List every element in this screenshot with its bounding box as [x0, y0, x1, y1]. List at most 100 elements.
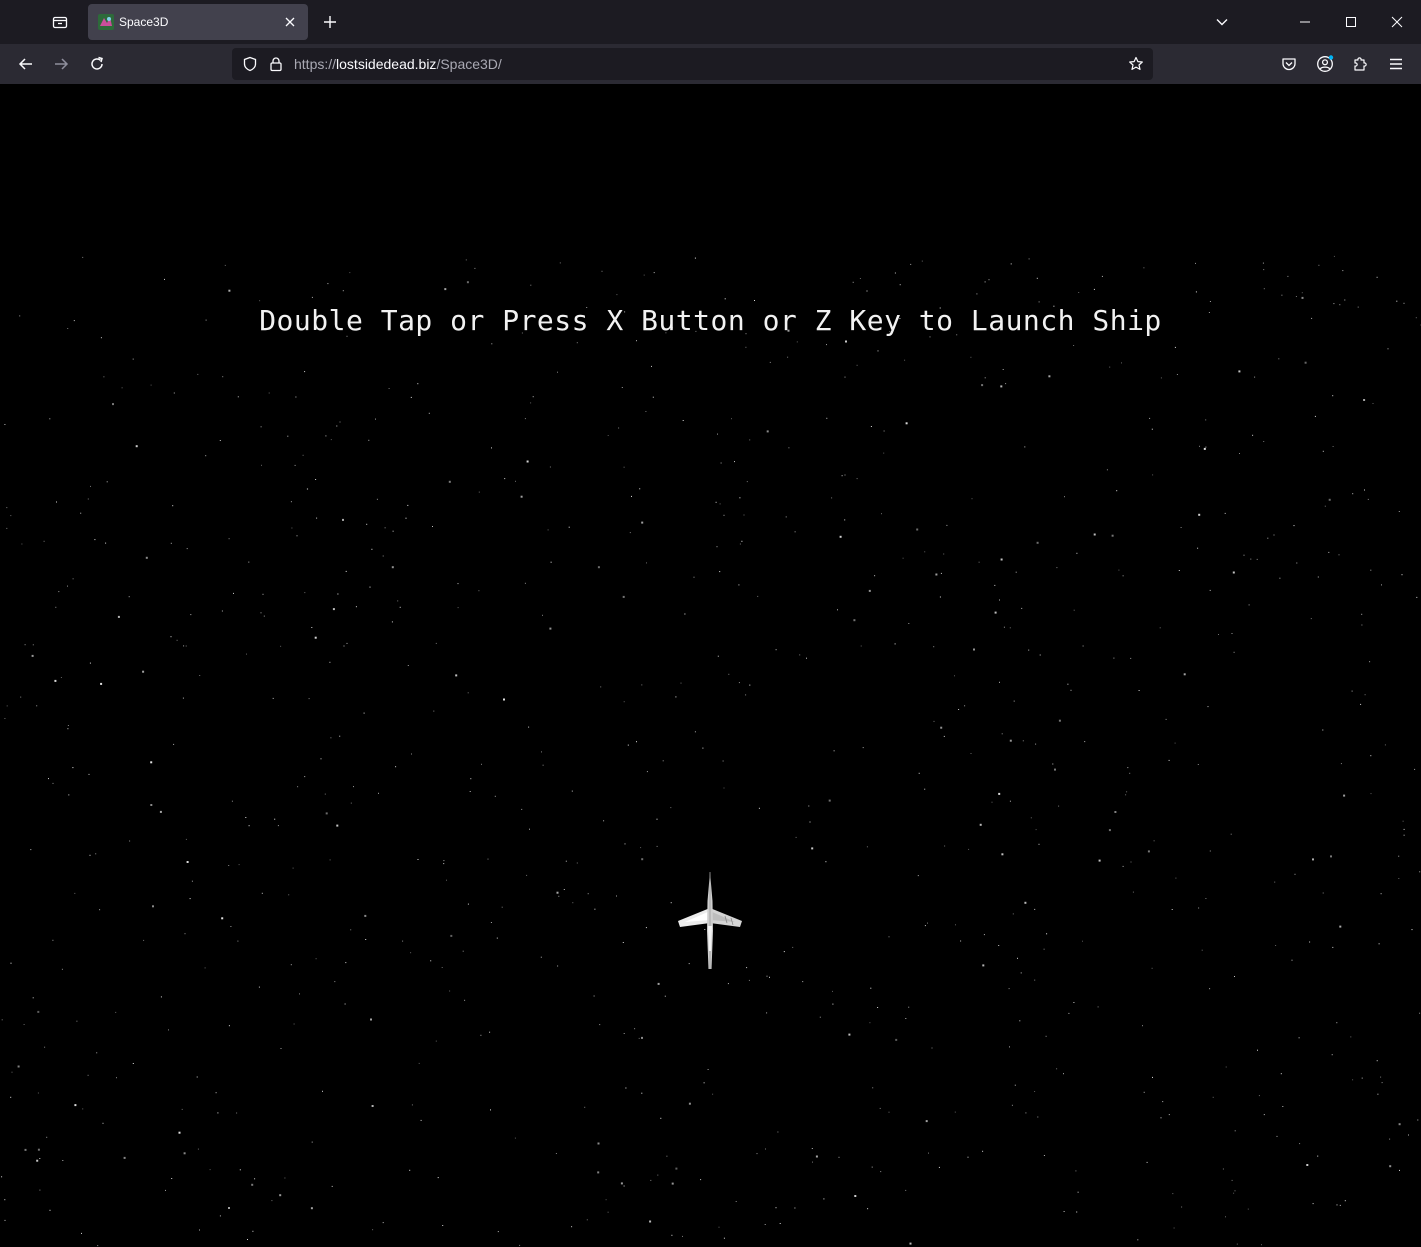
star: [877, 350, 879, 352]
star: [82, 256, 84, 258]
list-all-tabs-button[interactable]: [1210, 10, 1234, 34]
star: [979, 823, 982, 826]
launch-instruction: Double Tap or Press X Button or Z Key to…: [259, 304, 1162, 337]
star: [640, 847, 642, 849]
star: [481, 763, 482, 765]
star: [489, 1031, 491, 1033]
maximize-icon: [1346, 17, 1356, 27]
star: [465, 259, 467, 261]
star: [1147, 850, 1150, 853]
close-window-button[interactable]: [1374, 6, 1420, 38]
back-button[interactable]: [11, 48, 41, 80]
star: [418, 1062, 420, 1064]
tracking-protection-button[interactable]: [238, 52, 262, 76]
star: [181, 1108, 183, 1110]
star: [67, 585, 68, 587]
star: [221, 610, 223, 612]
tab-space3d[interactable]: Space3D: [88, 4, 308, 40]
star: [894, 643, 896, 645]
star: [968, 848, 970, 850]
star: [299, 993, 300, 995]
star: [738, 682, 740, 684]
star: [799, 654, 801, 656]
new-tab-button[interactable]: [318, 10, 342, 34]
star: [272, 697, 274, 699]
star: [260, 426, 262, 428]
star: [215, 1092, 217, 1094]
star: [1114, 811, 1117, 813]
star: [308, 698, 310, 700]
star: [1239, 453, 1240, 454]
minimize-button[interactable]: [1282, 6, 1328, 38]
star: [1064, 496, 1065, 498]
star: [524, 582, 526, 584]
star: [1419, 871, 1421, 873]
star: [1380, 1076, 1382, 1078]
star: [205, 455, 207, 457]
star: [618, 427, 620, 429]
star: [883, 452, 885, 454]
star: [150, 804, 153, 806]
star: [115, 1011, 117, 1013]
star: [802, 981, 804, 983]
reload-button[interactable]: [82, 48, 112, 80]
maximize-button[interactable]: [1328, 6, 1374, 38]
star: [826, 417, 828, 419]
star: [165, 1189, 166, 1191]
star: [182, 697, 184, 699]
star: [112, 403, 114, 406]
star: [1125, 794, 1127, 796]
star: [745, 346, 747, 348]
star: [735, 1201, 737, 1202]
star: [1333, 255, 1335, 257]
star: [656, 845, 658, 847]
extensions-button[interactable]: [1346, 50, 1374, 78]
star: [237, 396, 239, 398]
account-button[interactable]: [1311, 50, 1339, 78]
star: [370, 1018, 372, 1021]
star: [428, 412, 430, 414]
star: [371, 1105, 374, 1107]
star: [4, 718, 6, 719]
url-bar[interactable]: https://lostsidedead.biz/Space3D/: [232, 48, 1153, 80]
star: [924, 925, 926, 927]
star: [365, 939, 367, 940]
star: [844, 376, 846, 378]
star: [841, 475, 843, 477]
url-text[interactable]: https://lostsidedead.biz/Space3D/: [294, 48, 502, 80]
bookmark-button[interactable]: [1124, 52, 1148, 76]
star: [36, 1159, 39, 1162]
star: [917, 875, 919, 877]
star: [1261, 1244, 1262, 1246]
star: [1361, 1077, 1363, 1079]
star: [1078, 292, 1080, 293]
star: [1280, 1073, 1282, 1075]
star: [1014, 1084, 1016, 1086]
star: [970, 356, 972, 358]
star: [1130, 657, 1132, 659]
tab-close-button[interactable]: [280, 12, 300, 32]
star: [1256, 558, 1258, 560]
star: [469, 791, 471, 792]
game-canvas[interactable]: Double Tap or Press X Button or Z Key to…: [0, 84, 1421, 1247]
star: [1108, 829, 1111, 832]
star: [186, 861, 189, 863]
star: [1402, 820, 1404, 822]
star: [10, 1096, 12, 1098]
star: [1000, 385, 1003, 388]
star: [342, 518, 344, 521]
star: [1222, 1168, 1224, 1170]
forward-button[interactable]: [46, 48, 76, 80]
site-info-button[interactable]: [264, 52, 288, 76]
pocket-button[interactable]: [1275, 50, 1303, 78]
star: [1165, 718, 1167, 720]
star: [1, 1176, 3, 1178]
star: [1332, 946, 1334, 948]
star: [1068, 1012, 1070, 1014]
star: [888, 936, 890, 938]
star: [470, 778, 472, 780]
star: [530, 284, 532, 286]
star: [549, 466, 551, 468]
tab-list-button[interactable]: [48, 10, 72, 34]
open-menu-button[interactable]: [1382, 50, 1410, 78]
